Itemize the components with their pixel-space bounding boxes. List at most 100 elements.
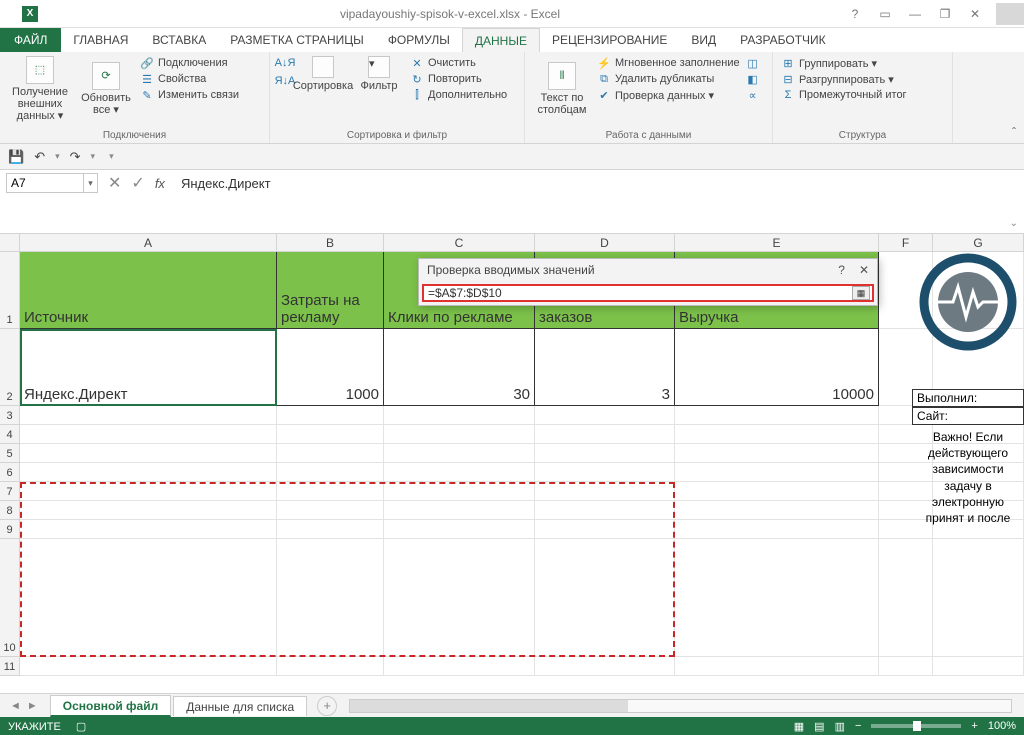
- undo-icon[interactable]: ↶: [34, 149, 45, 165]
- edit-links-button[interactable]: ✎Изменить связи: [140, 88, 239, 102]
- view-pagebreak-icon[interactable]: ▥: [835, 720, 845, 733]
- macro-record-icon[interactable]: ▢: [76, 721, 86, 733]
- dialog-title: Проверка вводимых значений: [427, 263, 595, 277]
- insert-function-icon[interactable]: fx: [155, 176, 165, 191]
- tab-pagelayout[interactable]: РАЗМЕТКА СТРАНИЦЫ: [218, 28, 376, 52]
- row-head-1[interactable]: 1: [0, 252, 20, 329]
- connections-button[interactable]: 🔗Подключения: [140, 56, 239, 70]
- row-head-7[interactable]: 7: [0, 482, 20, 501]
- tab-data[interactable]: ДАННЫЕ: [462, 28, 540, 52]
- col-head-f[interactable]: F: [879, 234, 933, 252]
- clear-filter-button[interactable]: ✕Очистить: [410, 56, 507, 70]
- dialog-close-icon[interactable]: ✕: [859, 263, 869, 277]
- group-rows-button[interactable]: ⊞Группировать ▾: [781, 56, 907, 70]
- flash-fill-button[interactable]: ⚡Мгновенное заполнение: [597, 56, 740, 70]
- col-head-g[interactable]: G: [933, 234, 1024, 252]
- remove-duplicates-button[interactable]: ⧉Удалить дубликаты: [597, 72, 740, 86]
- advanced-filter-button[interactable]: ⫿Дополнительно: [410, 88, 507, 102]
- select-all-corner[interactable]: [0, 234, 20, 252]
- row-head-9[interactable]: 9: [0, 520, 20, 539]
- row-head-8[interactable]: 8: [0, 501, 20, 520]
- cell-b1[interactable]: Затраты на рекламу: [277, 252, 384, 329]
- sort-az-button[interactable]: А↓Я: [278, 56, 292, 70]
- enter-formula-icon[interactable]: ✓: [131, 173, 144, 193]
- consolidate-button[interactable]: ◫: [746, 56, 760, 70]
- row-head-6[interactable]: 6: [0, 463, 20, 482]
- whatif-button[interactable]: ◧: [746, 72, 760, 86]
- name-box-dropdown[interactable]: ▾: [84, 173, 98, 193]
- title-bar: X vipadayoushiy-spisok-v-excel.xlsx - Ex…: [0, 0, 1024, 28]
- tab-developer[interactable]: РАЗРАБОТЧИК: [728, 28, 838, 52]
- formula-input[interactable]: Яндекс.Директ: [175, 173, 1018, 193]
- zoom-out-icon[interactable]: −: [855, 720, 861, 732]
- refresh-all-button[interactable]: ⟳Обновить все ▾: [78, 56, 134, 122]
- row-head-11[interactable]: 11: [0, 657, 20, 676]
- tab-formulas[interactable]: ФОРМУЛЫ: [376, 28, 462, 52]
- ungroup-rows-button[interactable]: ⊟Разгруппировать ▾: [781, 72, 907, 86]
- cell-d2[interactable]: 3: [535, 329, 675, 406]
- new-sheet-button[interactable]: +: [317, 696, 337, 716]
- data-validation-button[interactable]: ✔Проверка данных ▾: [597, 88, 740, 102]
- tab-view[interactable]: ВИД: [679, 28, 728, 52]
- redo-dropdown-icon[interactable]: ▾: [91, 151, 96, 162]
- qat-customize-icon[interactable]: ▾: [109, 151, 114, 162]
- zoom-level[interactable]: 100%: [988, 720, 1016, 732]
- ribbon-display-icon[interactable]: ▭: [870, 2, 900, 26]
- relationships-button[interactable]: ∝: [746, 88, 760, 102]
- zoom-slider[interactable]: [871, 724, 961, 728]
- row-head-3[interactable]: 3: [0, 406, 20, 425]
- filter-button[interactable]: ▾Фильтр: [354, 56, 404, 92]
- row-head-2[interactable]: 2: [0, 329, 20, 406]
- view-pagelayout-icon[interactable]: ▤: [814, 720, 824, 733]
- cell-a2[interactable]: Яндекс.Директ: [20, 329, 277, 406]
- tab-file[interactable]: ФАЙЛ: [0, 28, 61, 52]
- sort-button[interactable]: Сортировка: [298, 56, 348, 92]
- sheet-nav-last-icon[interactable]: ►: [27, 700, 38, 712]
- col-head-b[interactable]: B: [277, 234, 384, 252]
- text-to-columns-button[interactable]: ⫴Текст по столбцам: [533, 56, 591, 122]
- save-icon[interactable]: 💾: [8, 149, 24, 165]
- name-box[interactable]: A7: [6, 173, 84, 193]
- expand-formula-bar-icon[interactable]: ⌄: [1010, 218, 1018, 229]
- sheet-nav-first-icon[interactable]: ◄: [10, 700, 21, 712]
- col-head-c[interactable]: C: [384, 234, 535, 252]
- col-head-e[interactable]: E: [675, 234, 879, 252]
- row-head-4[interactable]: 4: [0, 425, 20, 444]
- undo-dropdown-icon[interactable]: ▾: [55, 151, 60, 162]
- properties-button[interactable]: ☰Свойства: [140, 72, 239, 86]
- collapse-ribbon-icon[interactable]: ˆ: [1012, 125, 1016, 139]
- sheet-tab-listdata[interactable]: Данные для списка: [173, 696, 307, 716]
- data-validation-dialog[interactable]: Проверка вводимых значений ? ✕ =$A$7:$D$…: [418, 258, 878, 306]
- reapply-button[interactable]: ↻Повторить: [410, 72, 507, 86]
- cancel-formula-icon[interactable]: ✕: [108, 173, 121, 193]
- account-avatar[interactable]: [996, 3, 1024, 25]
- tab-home[interactable]: ГЛАВНАЯ: [61, 28, 140, 52]
- view-normal-icon[interactable]: ▦: [794, 720, 804, 733]
- cell-b2[interactable]: 1000: [277, 329, 384, 406]
- redo-icon[interactable]: ↷: [70, 149, 81, 165]
- row-head-10[interactable]: 10: [0, 539, 20, 657]
- sheet-tab-main[interactable]: Основной файл: [50, 695, 171, 717]
- validation-source-input[interactable]: =$A$7:$D$10 ▦: [422, 284, 874, 302]
- help-icon[interactable]: ?: [840, 2, 870, 26]
- close-icon[interactable]: ✕: [960, 2, 990, 26]
- cell-a3[interactable]: [20, 406, 277, 425]
- minimize-icon[interactable]: —: [900, 2, 930, 26]
- cell-e2[interactable]: 10000: [675, 329, 879, 406]
- sort-za-button[interactable]: Я↓А: [278, 74, 292, 88]
- restore-icon[interactable]: ❐: [930, 2, 960, 26]
- zoom-in-icon[interactable]: +: [971, 720, 977, 732]
- range-collapse-icon[interactable]: ▦: [852, 286, 870, 300]
- tab-insert[interactable]: ВСТАВКА: [140, 28, 218, 52]
- col-head-d[interactable]: D: [535, 234, 675, 252]
- dialog-help-icon[interactable]: ?: [838, 263, 845, 277]
- subtotal-button[interactable]: ΣПромежуточный итог: [781, 88, 907, 102]
- col-head-a[interactable]: A: [20, 234, 277, 252]
- cell-a1[interactable]: Источник: [20, 252, 277, 329]
- row-head-5[interactable]: 5: [0, 444, 20, 463]
- cell-a7[interactable]: [20, 482, 277, 501]
- get-external-data-button[interactable]: ⬚Получение внешних данных ▾: [8, 56, 72, 122]
- cell-c2[interactable]: 30: [384, 329, 535, 406]
- horizontal-scrollbar[interactable]: [349, 699, 1012, 713]
- tab-review[interactable]: РЕЦЕНЗИРОВАНИЕ: [540, 28, 679, 52]
